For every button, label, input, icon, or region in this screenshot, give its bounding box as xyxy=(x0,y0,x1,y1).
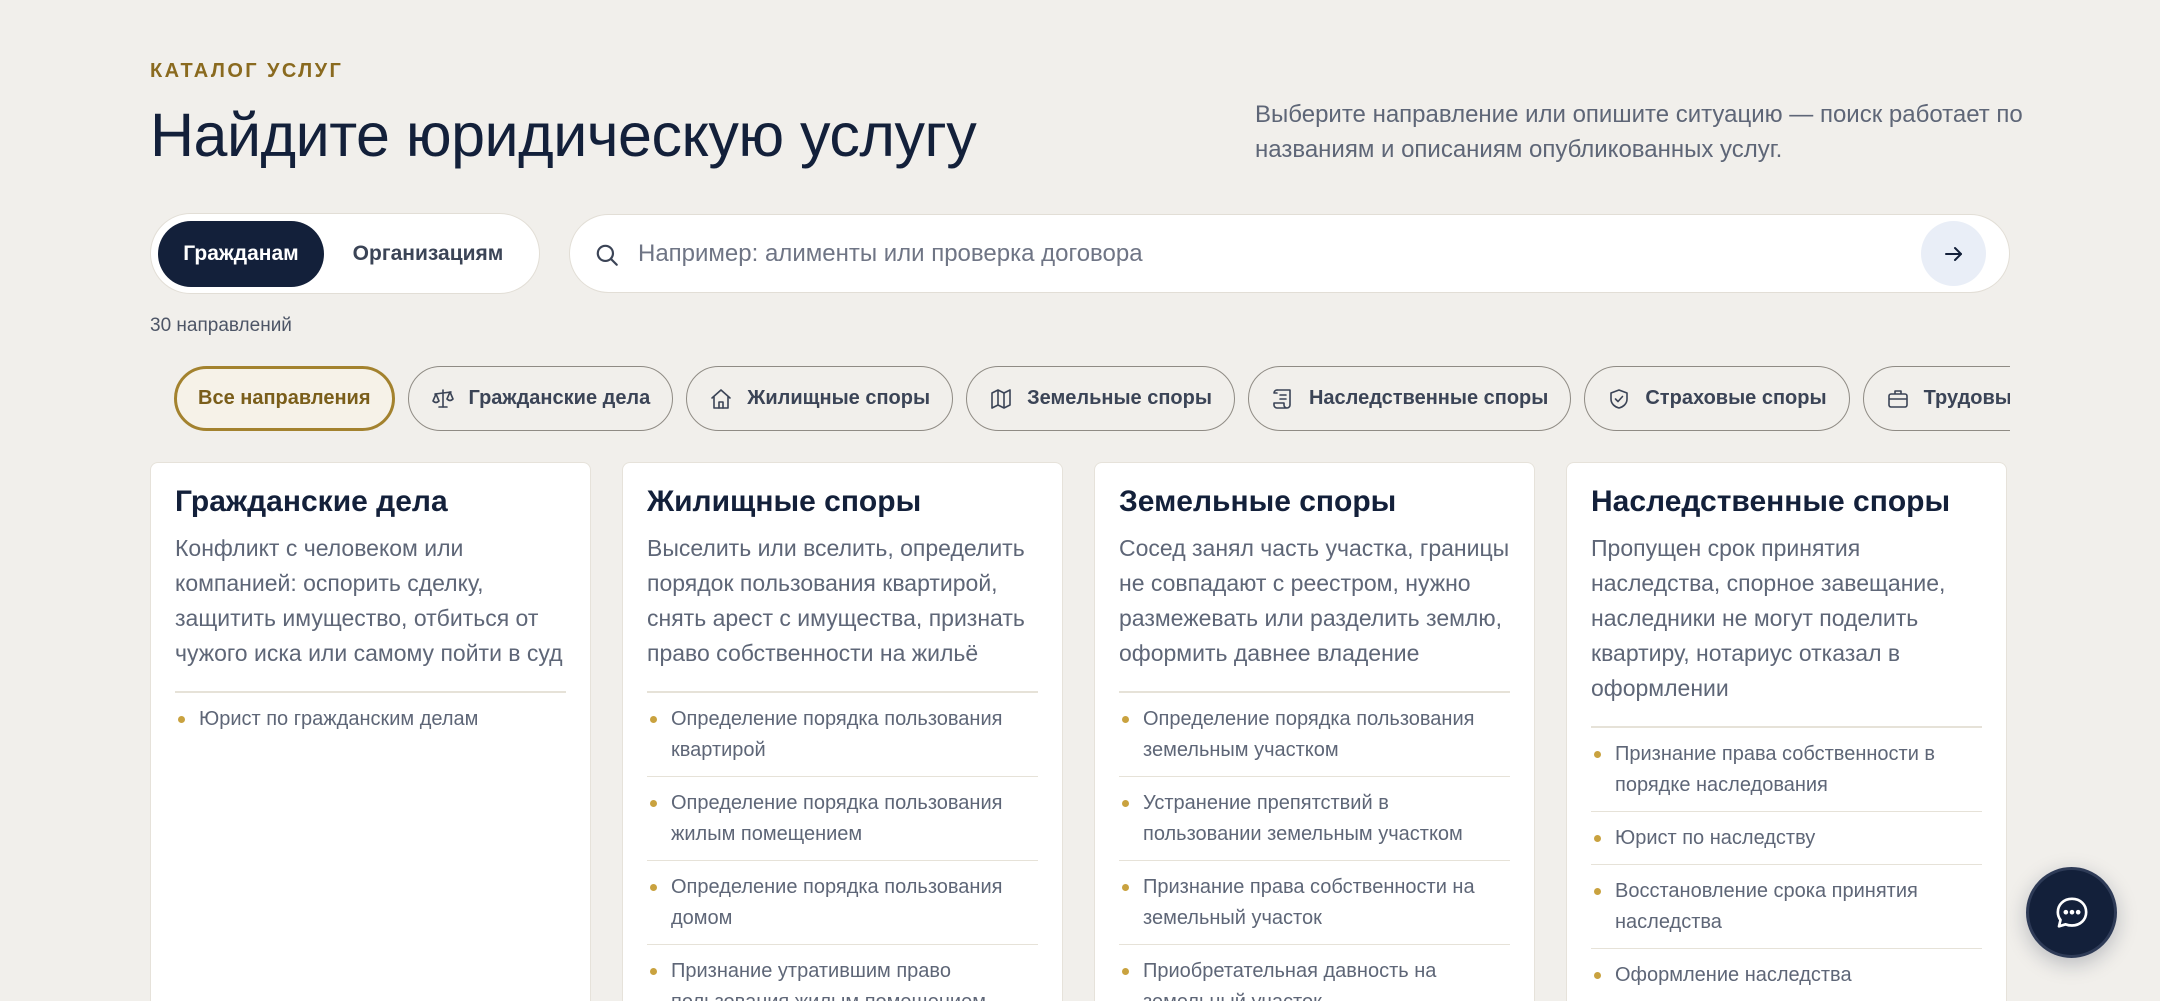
chip-label: Земельные споры xyxy=(1027,387,1212,409)
service-link[interactable]: Определение порядка пользования жилым по… xyxy=(647,777,1038,861)
briefcase-icon xyxy=(1887,389,1908,408)
chip-housing[interactable]: Жилищные споры xyxy=(686,366,954,431)
service-link[interactable]: Признание утратившим право пользования ж… xyxy=(647,945,1038,1001)
card-service-list: Определение порядка пользования квартиро… xyxy=(647,693,1038,1001)
category-chips-scroller: Все направления Гражданские дела Жилищны… xyxy=(150,355,2010,435)
search-submit-button[interactable] xyxy=(1921,221,1986,286)
service-link[interactable]: Признание права собственности на земельн… xyxy=(1119,861,1510,945)
arrow-right-icon xyxy=(1944,246,1962,261)
search-icon xyxy=(596,244,618,266)
chip-insurance[interactable]: Страховые споры xyxy=(1584,366,1850,431)
house-icon xyxy=(711,388,732,409)
page-title: Найдите юридическую услугу xyxy=(150,101,977,169)
directions-count: 30 направлений xyxy=(150,315,292,336)
service-link[interactable]: Юрист по гражданским делам xyxy=(175,693,566,745)
card-service-list: Определение порядка пользования земельны… xyxy=(1119,693,1510,1001)
chip-label: Гражданские дела xyxy=(468,387,651,409)
map-icon xyxy=(991,388,1011,409)
card-service-list: Юрист по гражданским делам xyxy=(175,693,566,745)
service-link[interactable]: Определение порядка пользования домом xyxy=(647,861,1038,945)
catalog-page: КАТАЛОГ УСЛУГ Найдите юридическую услугу… xyxy=(0,0,2160,1001)
card-description: Конфликт с человеком или компанией: оспо… xyxy=(175,531,566,693)
card-title: Земельные споры xyxy=(1119,485,1397,518)
service-link[interactable]: Оформление наследства xyxy=(1591,949,1982,1001)
category-card-civil[interactable]: Гражданские дела Конфликт с человеком ил… xyxy=(150,462,591,1001)
card-title: Жилищные споры xyxy=(647,485,922,518)
card-description: Выселить или вселить, определить порядок… xyxy=(647,531,1038,693)
category-card-inheritance[interactable]: Наследственные споры Пропущен срок приня… xyxy=(1566,462,2007,1001)
page-lead: Выберите направление или опишите ситуаци… xyxy=(1255,101,2023,163)
search-input[interactable] xyxy=(638,215,1858,292)
card-title: Гражданские дела xyxy=(175,485,448,518)
chip-civil[interactable]: Гражданские дела xyxy=(407,366,674,431)
audience-option-citizens[interactable]: Гражданам xyxy=(158,220,324,287)
chip-inheritance[interactable]: Наследственные споры xyxy=(1247,366,1572,431)
search-bar xyxy=(569,214,2010,293)
card-title: Наследственные споры xyxy=(1591,485,1951,518)
audience-toggle: Гражданам Организациям xyxy=(150,213,540,294)
chip-land[interactable]: Земельные споры xyxy=(966,366,1235,431)
chip-label: Страховые споры xyxy=(1645,387,1827,409)
scroll-icon xyxy=(1273,388,1291,409)
category-card-housing[interactable]: Жилищные споры Выселить или вселить, опр… xyxy=(622,462,1063,1001)
card-description: Пропущен срок принятия наследства, спорн… xyxy=(1591,531,1982,728)
card-description: Сосед занял часть участка, границы не со… xyxy=(1119,531,1510,693)
service-link[interactable]: Восстановление срока принятия наследства xyxy=(1591,865,1982,949)
service-link[interactable]: Юрист по наследству xyxy=(1591,812,1982,865)
card-service-list: Признание права собственности в порядке … xyxy=(1591,728,1982,1001)
audience-option-organizations[interactable]: Организациям xyxy=(324,221,532,287)
chip-all[interactable]: Все направления xyxy=(174,366,395,431)
category-card-land[interactable]: Земельные споры Сосед занял часть участк… xyxy=(1094,462,1535,1001)
service-link[interactable]: Определение порядка пользования квартиро… xyxy=(647,693,1038,777)
chip-labor[interactable]: Трудовые споры xyxy=(1862,366,2010,431)
chip-label: Жилищные споры xyxy=(747,387,931,409)
service-link[interactable]: Устранение препятствий в пользовании зем… xyxy=(1119,777,1510,861)
shield-icon xyxy=(1610,388,1629,409)
scales-icon xyxy=(431,388,454,408)
service-link[interactable]: Определение порядка пользования земельны… xyxy=(1119,693,1510,777)
category-chips: Все направления Гражданские дела Жилищны… xyxy=(174,366,2010,431)
service-link[interactable]: Приобретательная давность на земельный у… xyxy=(1119,945,1510,1001)
chat-icon xyxy=(2056,897,2087,928)
chip-label: Трудовые споры xyxy=(1923,387,2010,409)
chat-button[interactable] xyxy=(2026,867,2117,958)
catalog-eyebrow: КАТАЛОГ УСЛУГ xyxy=(150,60,344,82)
chip-label: Все направления xyxy=(198,387,371,409)
chip-label: Наследственные споры xyxy=(1308,387,1549,409)
service-link[interactable]: Признание права собственности в порядке … xyxy=(1591,728,1982,812)
